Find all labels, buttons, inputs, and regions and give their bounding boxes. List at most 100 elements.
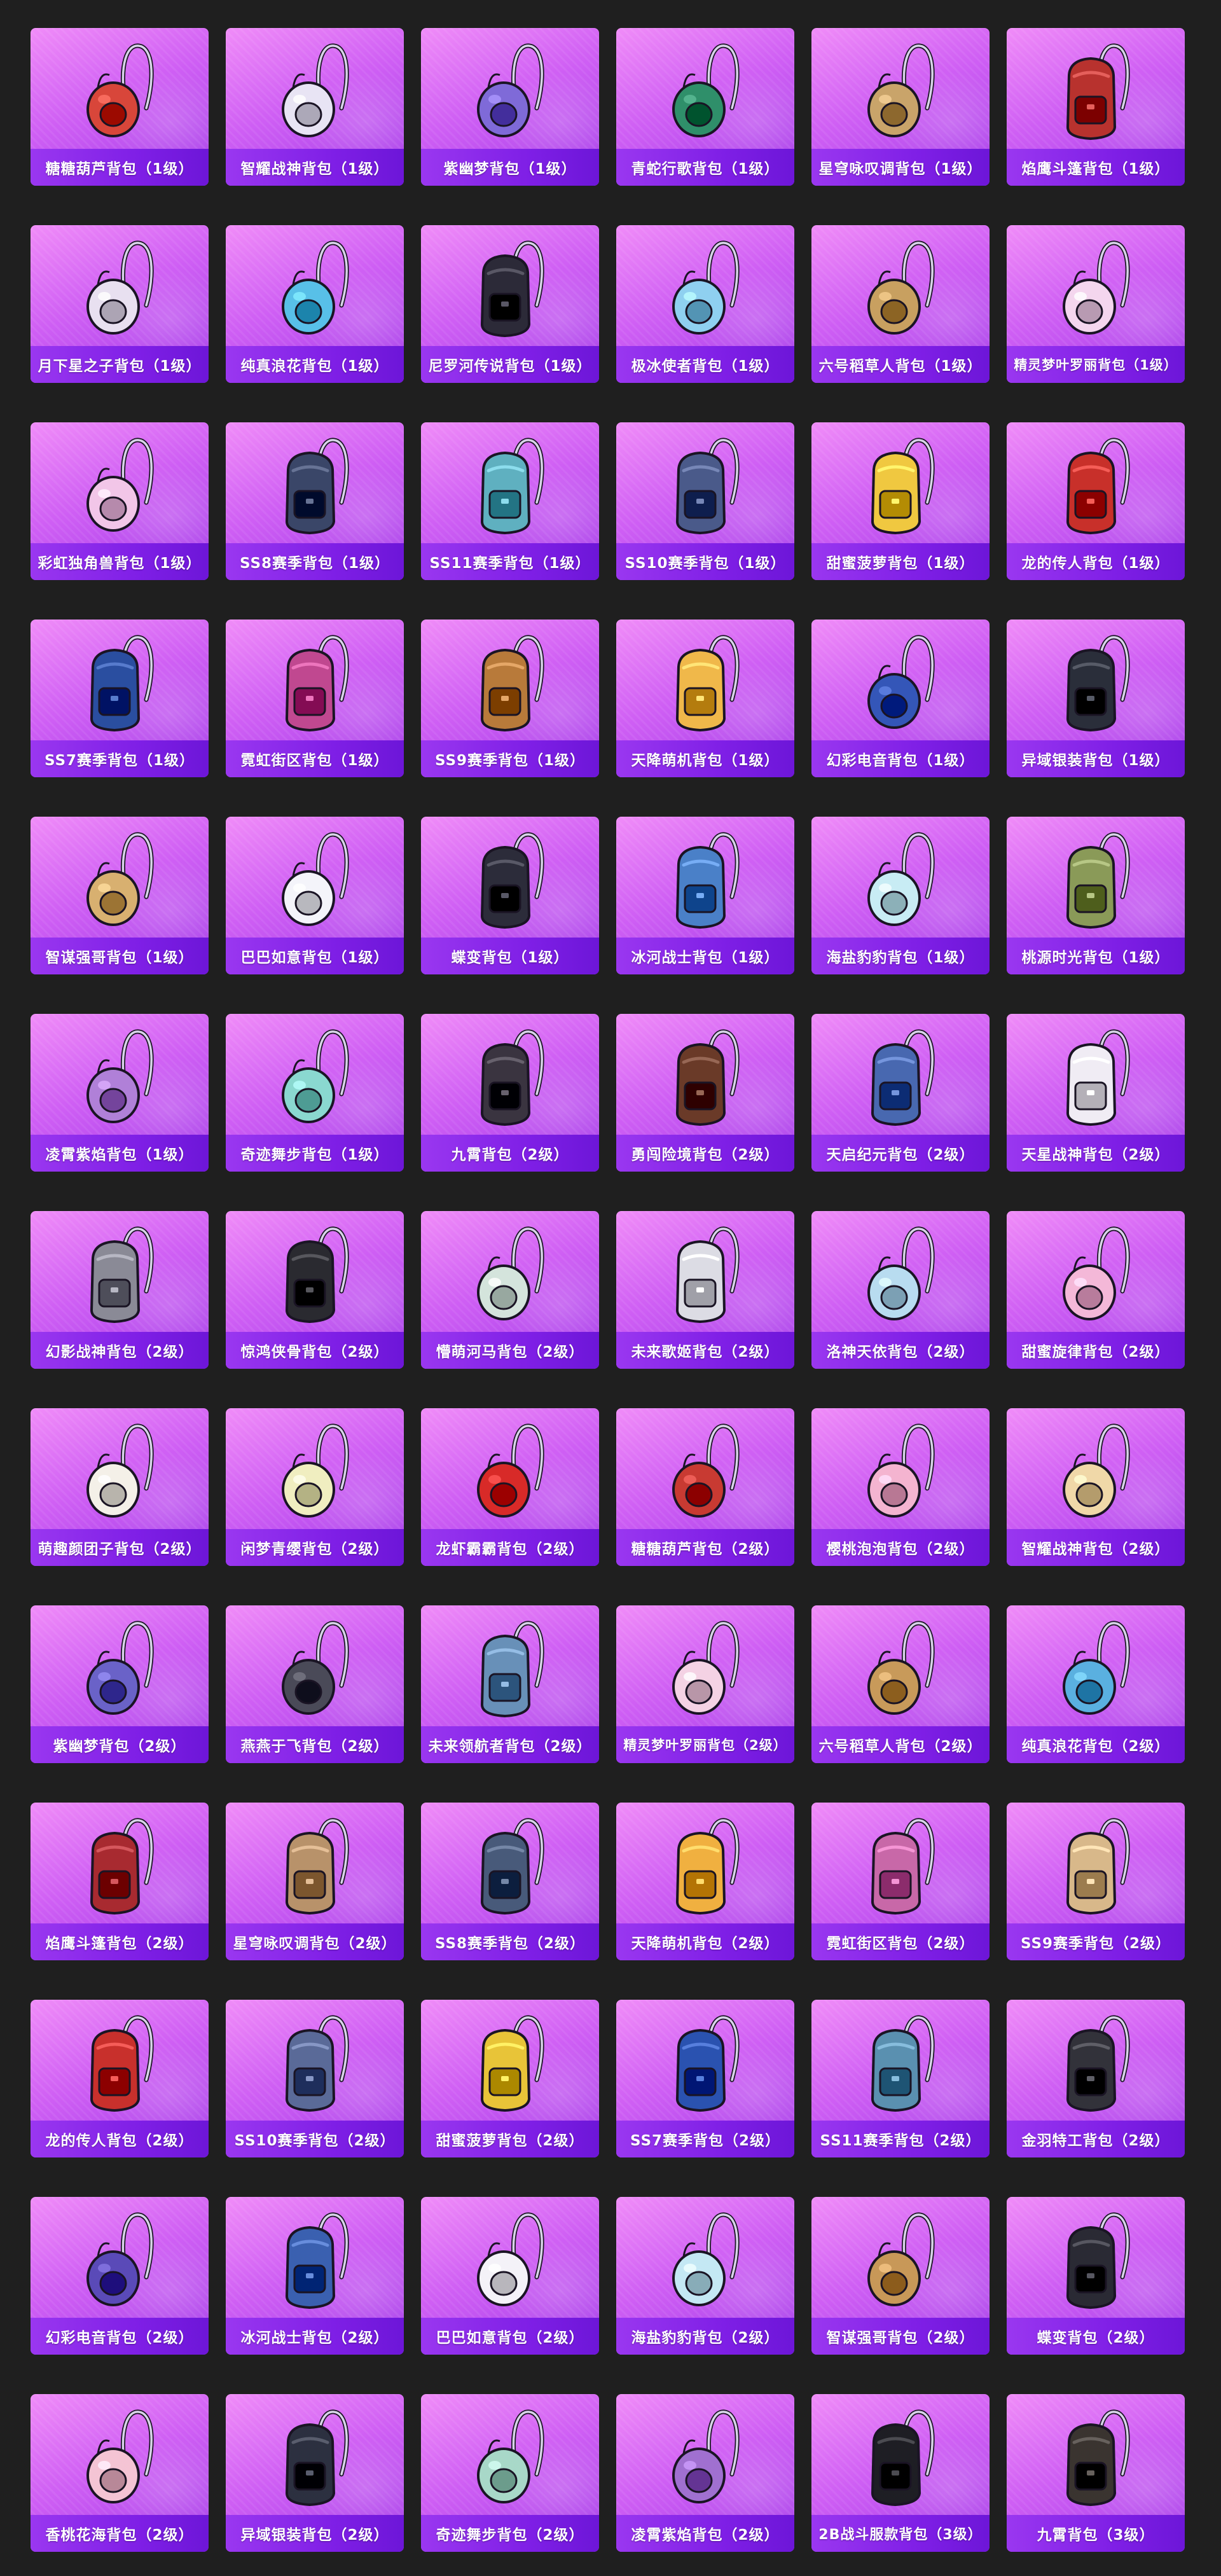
card-label-bar: 纯真浪花背包（2级）	[1007, 1726, 1185, 1763]
backpack-name-label: 奇迹舞步背包（2级）	[436, 2527, 584, 2544]
backpack-card[interactable]: 纯真浪花背包（2级）	[1007, 1605, 1185, 1763]
backpack-name-label: 甜蜜菠萝背包（2级）	[436, 2133, 584, 2149]
backpack-card[interactable]: SS7赛季背包（2级）	[616, 2000, 794, 2157]
backpack-card[interactable]: 紫幽梦背包（1级）	[421, 28, 599, 186]
backpack-name-label: 洛神天依背包（2级）	[826, 1344, 975, 1361]
backpack-card[interactable]: 未来歌姬背包（2级）	[616, 1211, 794, 1369]
card-label-bar: SS9赛季背包（2级）	[1007, 1923, 1185, 1960]
backpack-card[interactable]: 冰河战士背包（1级）	[616, 817, 794, 974]
backpack-icon	[1066, 2212, 1130, 2309]
backpack-card[interactable]: 星穹咏叹调背包（2级）	[226, 1803, 404, 1960]
backpack-card[interactable]: 洛神天依背包（2级）	[811, 1211, 990, 1369]
backpack-card[interactable]: 月下星之子背包（1级）	[31, 225, 209, 383]
backpack-name-label: 智谋强哥背包（2级）	[826, 2330, 975, 2346]
backpack-card[interactable]: 智耀战神背包（2级）	[1007, 1408, 1185, 1566]
backpack-icon	[86, 2212, 154, 2306]
backpack-icon	[480, 438, 544, 535]
backpack-card[interactable]: 甜蜜菠萝背包（1级）	[811, 422, 990, 580]
backpack-card[interactable]: 幻彩电音背包（1级）	[811, 620, 990, 777]
backpack-card[interactable]: 天降萌机背包（2级）	[616, 1803, 794, 1960]
card-label-bar: 天启纪元背包（2级）	[811, 1135, 990, 1172]
backpack-card[interactable]: SS11赛季背包（1级）	[421, 422, 599, 580]
backpack-card[interactable]: SS8赛季背包（2级）	[421, 1803, 599, 1960]
backpack-card[interactable]: 蝶变背包（2级）	[1007, 2197, 1185, 2355]
backpack-card[interactable]: 六号稻草人背包（2级）	[811, 1605, 990, 1763]
backpack-card[interactable]: 智谋强哥背包（1级）	[31, 817, 209, 974]
backpack-card[interactable]: 萌趣颜团子背包（2级）	[31, 1408, 209, 1566]
backpack-card[interactable]: 天启纪元背包（2级）	[811, 1014, 990, 1172]
backpack-card[interactable]: 尼罗河传说背包（1级）	[421, 225, 599, 383]
backpack-card[interactable]: 霓虹街区背包（1级）	[226, 620, 404, 777]
backpack-card[interactable]: SS11赛季背包（2级）	[811, 2000, 990, 2157]
backpack-card[interactable]: 六号稻草人背包（1级）	[811, 225, 990, 383]
backpack-card[interactable]: 金羽特工背包（2级）	[1007, 2000, 1185, 2157]
backpack-card[interactable]: SS8赛季背包（1级）	[226, 422, 404, 580]
backpack-icon	[477, 2212, 544, 2306]
backpack-card[interactable]: 奇迹舞步背包（2级）	[421, 2394, 599, 2552]
backpack-icon	[672, 43, 740, 137]
backpack-card[interactable]: 惊鸿侠骨背包（2级）	[226, 1211, 404, 1369]
backpack-card[interactable]: 糖糖葫芦背包（2级）	[616, 1408, 794, 1566]
backpack-card[interactable]: 2B战斗服款背包（3级）	[811, 2394, 990, 2552]
backpack-card[interactable]: 幻影战神背包（2级）	[31, 1211, 209, 1369]
backpack-card[interactable]: 香桃花海背包（2级）	[31, 2394, 209, 2552]
backpack-card[interactable]: 彩虹独角兽背包（1级）	[31, 422, 209, 580]
backpack-card[interactable]: 智谋强哥背包（2级）	[811, 2197, 990, 2355]
backpack-card[interactable]: 龙的传人背包（2级）	[31, 2000, 209, 2157]
backpack-card[interactable]: 奇迹舞步背包（1级）	[226, 1014, 404, 1172]
backpack-name-label: 精灵梦叶罗丽背包（2级）	[623, 1738, 787, 1753]
backpack-card[interactable]: 冰河战士背包（2级）	[226, 2197, 404, 2355]
backpack-icon	[480, 2015, 544, 2112]
backpack-card[interactable]: 九霄背包（2级）	[421, 1014, 599, 1172]
backpack-card[interactable]: 甜蜜旋律背包（2级）	[1007, 1211, 1185, 1369]
backpack-card[interactable]: 霓虹街区背包（2级）	[811, 1803, 990, 1960]
backpack-card[interactable]: 星穹咏叹调背包（1级）	[811, 28, 990, 186]
backpack-card[interactable]: 蝶变背包（1级）	[421, 817, 599, 974]
backpack-card[interactable]: 智耀战神背包（1级）	[226, 28, 404, 186]
backpack-card[interactable]: 凌霄紫焰背包（2级）	[616, 2394, 794, 2552]
backpack-card[interactable]: 勇闯险境背包（2级）	[616, 1014, 794, 1172]
backpack-card[interactable]: 焰鹰斗篷背包（2级）	[31, 1803, 209, 1960]
backpack-card[interactable]: 龙虾霸霸背包（2级）	[421, 1408, 599, 1566]
backpack-card[interactable]: 巴巴如意背包（2级）	[421, 2197, 599, 2355]
backpack-card[interactable]: SS10赛季背包（2级）	[226, 2000, 404, 2157]
backpack-card[interactable]: SS10赛季背包（1级）	[616, 422, 794, 580]
backpack-card[interactable]: 极冰使者背包（1级）	[616, 225, 794, 383]
backpack-icon	[871, 438, 935, 535]
backpack-name-label: SS7赛季背包（2级）	[630, 2133, 781, 2149]
backpack-card[interactable]: 未来领航者背包（2级）	[421, 1605, 599, 1763]
backpack-card[interactable]: SS9赛季背包（1级）	[421, 620, 599, 777]
backpack-icon	[86, 2409, 154, 2503]
backpack-card[interactable]: 紫幽梦背包（2级）	[31, 1605, 209, 1763]
backpack-icon	[867, 43, 935, 137]
backpack-card[interactable]: 甜蜜菠萝背包（2级）	[421, 2000, 599, 2157]
backpack-card[interactable]: 幻彩电音背包（2级）	[31, 2197, 209, 2355]
backpack-card[interactable]: 天降萌机背包（1级）	[616, 620, 794, 777]
backpack-icon	[90, 1818, 154, 1915]
backpack-card[interactable]: 青蛇行歌背包（1级）	[616, 28, 794, 186]
backpack-card[interactable]: 焰鹰斗篷背包（1级）	[1007, 28, 1185, 186]
backpack-card[interactable]: 懵萌河马背包（2级）	[421, 1211, 599, 1369]
backpack-card[interactable]: 天星战神背包（2级）	[1007, 1014, 1185, 1172]
backpack-card[interactable]: 龙的传人背包（1级）	[1007, 422, 1185, 580]
backpack-card[interactable]: 凌霄紫焰背包（1级）	[31, 1014, 209, 1172]
backpack-card[interactable]: 九霄背包（3级）	[1007, 2394, 1185, 2552]
backpack-card[interactable]: 纯真浪花背包（1级）	[226, 225, 404, 383]
backpack-card[interactable]: 精灵梦叶罗丽背包（2级）	[616, 1605, 794, 1763]
backpack-icon	[86, 832, 154, 926]
backpack-card[interactable]: 异域银装背包（1级）	[1007, 620, 1185, 777]
backpack-card[interactable]: 海盐豹豹背包（1级）	[811, 817, 990, 974]
card-label-bar: 青蛇行歌背包（1级）	[616, 149, 794, 186]
backpack-name-label: 霓虹街区背包（1级）	[240, 752, 389, 769]
backpack-card[interactable]: 闲梦青缨背包（2级）	[226, 1408, 404, 1566]
backpack-card[interactable]: 异域银装背包（2级）	[226, 2394, 404, 2552]
backpack-card[interactable]: 巴巴如意背包（1级）	[226, 817, 404, 974]
backpack-card[interactable]: 糖糖葫芦背包（1级）	[31, 28, 209, 186]
backpack-card[interactable]: 樱桃泡泡背包（2级）	[811, 1408, 990, 1566]
backpack-card[interactable]: 桃源时光背包（1级）	[1007, 817, 1185, 974]
backpack-card[interactable]: 海盐豹豹背包（2级）	[616, 2197, 794, 2355]
backpack-card[interactable]: SS9赛季背包（2级）	[1007, 1803, 1185, 1960]
backpack-card[interactable]: SS7赛季背包（1级）	[31, 620, 209, 777]
backpack-card[interactable]: 燕燕于飞背包（2级）	[226, 1605, 404, 1763]
backpack-card[interactable]: 精灵梦叶罗丽背包（1级）	[1007, 225, 1185, 383]
